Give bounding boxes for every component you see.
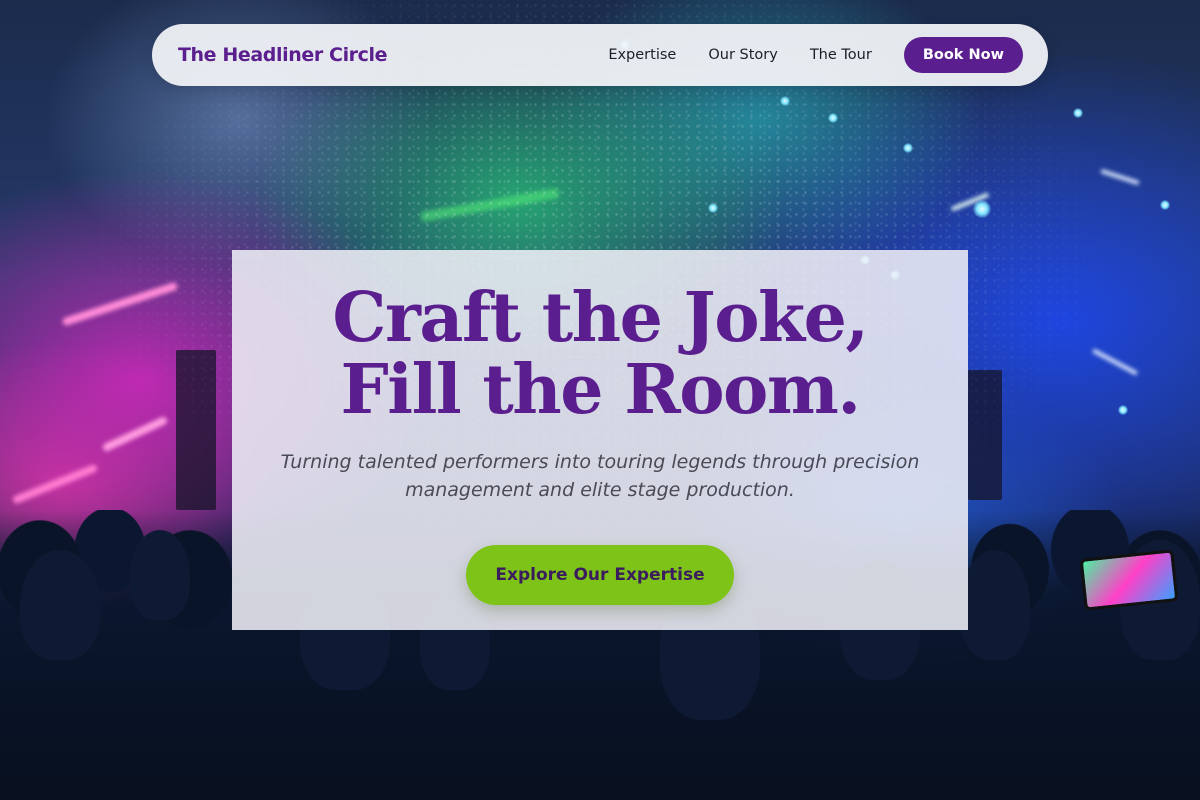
hero-headline: Craft the Joke, Fill the Room. bbox=[232, 282, 968, 426]
hero-headline-line-2: Fill the Room. bbox=[340, 350, 861, 430]
hero-card: Craft the Joke, Fill the Room. Turning t… bbox=[232, 250, 968, 630]
crowd-head bbox=[20, 550, 100, 660]
explore-expertise-button[interactable]: Explore Our Expertise bbox=[466, 545, 734, 605]
hero-headline-line-1: Craft the Joke, bbox=[332, 278, 869, 358]
crowd-phone-screen bbox=[1079, 549, 1179, 611]
hero-subtitle: Turning talented performers into touring… bbox=[280, 451, 920, 501]
nav-links: Expertise Our Story The Tour Book Now bbox=[608, 37, 1023, 73]
nav-link-our-story[interactable]: Our Story bbox=[708, 47, 777, 63]
nav-link-expertise[interactable]: Expertise bbox=[608, 47, 676, 63]
crowd-head bbox=[130, 530, 190, 620]
nav-link-the-tour[interactable]: The Tour bbox=[810, 47, 872, 63]
book-now-button[interactable]: Book Now bbox=[903, 37, 1023, 73]
top-navbar: The Headliner Circle Expertise Our Story… bbox=[152, 24, 1048, 86]
brand-logo-link[interactable]: The Headliner Circle bbox=[178, 44, 388, 66]
crowd-head bbox=[960, 550, 1030, 660]
